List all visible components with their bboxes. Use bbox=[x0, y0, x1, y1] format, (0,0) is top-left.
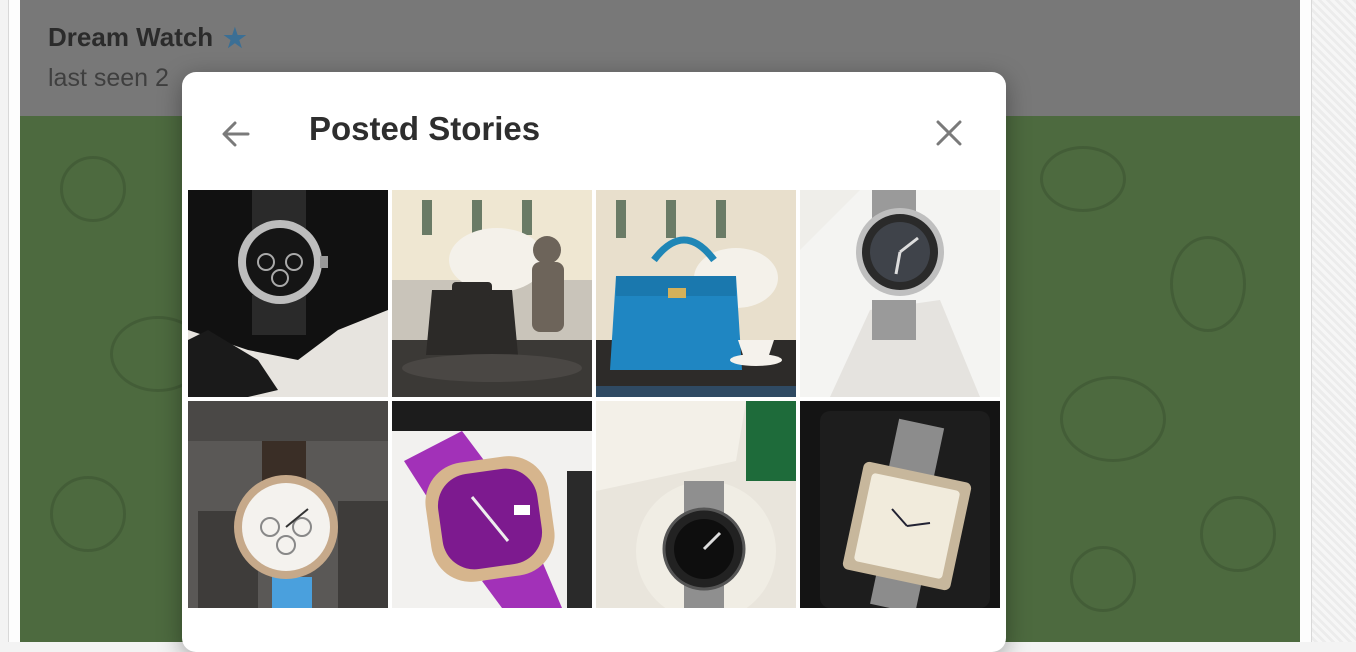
close-button[interactable] bbox=[924, 108, 974, 158]
watch-photo bbox=[800, 190, 1000, 397]
watch-photo bbox=[188, 401, 388, 608]
wallpaper-doodle bbox=[1060, 376, 1166, 462]
handbag-photo bbox=[392, 190, 592, 397]
story-thumbnail[interactable] bbox=[188, 190, 388, 397]
wallpaper-doodle bbox=[60, 156, 126, 222]
wallpaper-doodle bbox=[1200, 496, 1276, 572]
close-icon bbox=[936, 120, 962, 146]
stories-grid bbox=[188, 190, 1000, 608]
chat-last-seen: last seen 2 bbox=[48, 64, 169, 92]
story-thumbnail[interactable] bbox=[800, 190, 1000, 397]
story-thumbnail[interactable] bbox=[800, 401, 1000, 608]
story-thumbnail[interactable] bbox=[596, 401, 796, 608]
dialog-title: Posted Stories bbox=[309, 110, 541, 147]
watch-photo bbox=[800, 401, 1000, 608]
story-thumbnail[interactable] bbox=[188, 401, 388, 608]
watch-photo bbox=[596, 401, 796, 608]
chat-name: Dream Watch bbox=[48, 22, 214, 52]
chat-title[interactable]: Dream Watch ★ bbox=[48, 22, 247, 53]
wallpaper-doodle bbox=[1070, 546, 1136, 612]
story-thumbnail[interactable] bbox=[392, 190, 592, 397]
back-button[interactable] bbox=[210, 108, 262, 160]
handbag-photo bbox=[596, 190, 796, 397]
wallpaper-doodle bbox=[50, 476, 126, 552]
star-icon: ★ bbox=[223, 22, 247, 53]
story-thumbnail[interactable] bbox=[392, 401, 592, 608]
wallpaper-doodle bbox=[1170, 236, 1246, 332]
watch-photo bbox=[188, 190, 388, 397]
dialog-header: Posted Stories bbox=[182, 72, 1006, 188]
wallpaper-doodle bbox=[1040, 146, 1126, 212]
story-thumbnail[interactable] bbox=[596, 190, 796, 397]
arrow-left-icon bbox=[222, 121, 250, 147]
page-background bbox=[1310, 0, 1356, 642]
posted-stories-dialog: Posted Stories bbox=[182, 72, 1006, 652]
watch-photo bbox=[392, 401, 592, 608]
